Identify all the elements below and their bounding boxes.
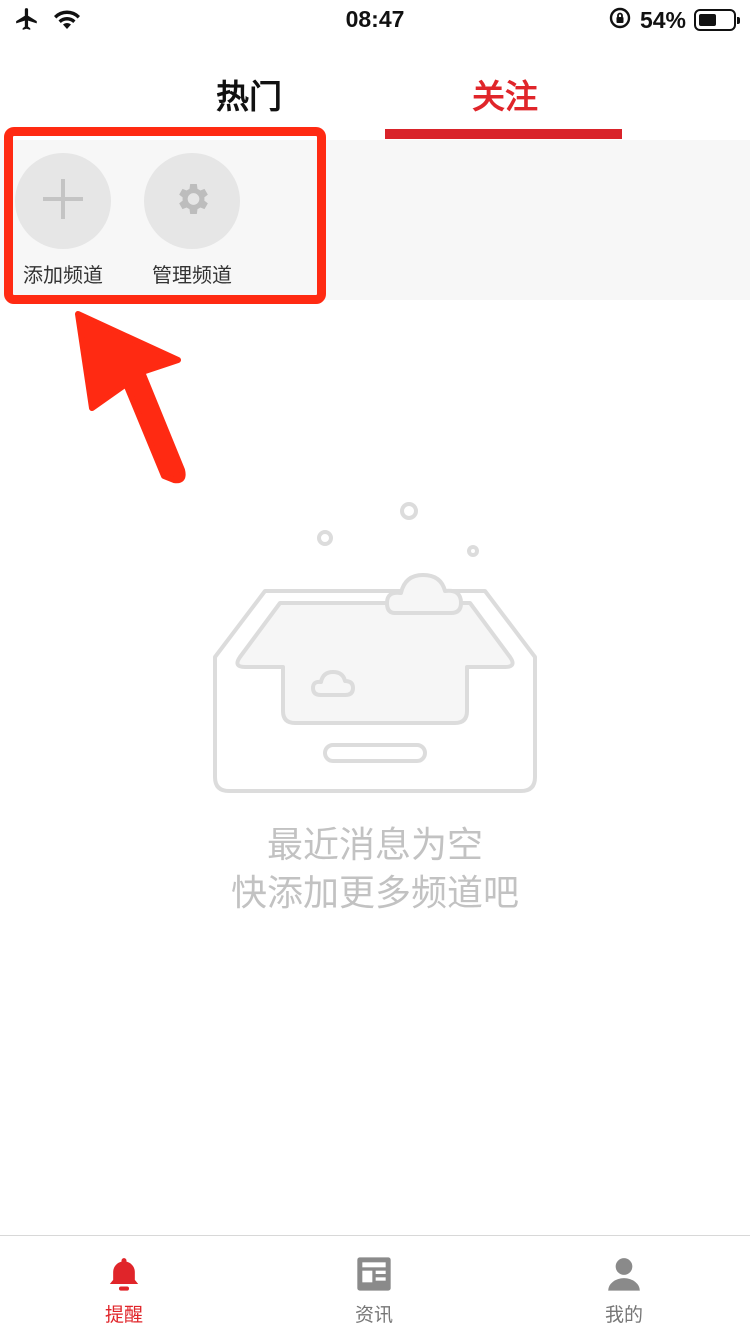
nav-item-remind[interactable]: 提醒 <box>64 1254 184 1327</box>
empty-state-message: 最近消息为空 快添加更多频道吧 <box>0 822 750 918</box>
plus-icon <box>41 177 85 225</box>
active-tab-indicator <box>385 129 622 139</box>
add-channel-button[interactable]: 添加频道 <box>8 153 118 288</box>
pointer-arrow-icon <box>75 311 186 484</box>
rotation-lock-icon <box>608 6 632 34</box>
manage-channel-circle <box>144 153 240 249</box>
battery-level <box>699 14 717 26</box>
gear-icon <box>172 179 212 223</box>
battery-icon <box>694 9 740 31</box>
news-icon <box>354 1254 394 1294</box>
status-bar: 08:47 54% <box>0 0 750 40</box>
nav-label-remind: 提醒 <box>104 1304 143 1326</box>
nav-label-news: 资讯 <box>354 1304 393 1326</box>
bell-icon <box>104 1254 144 1294</box>
manage-channel-button[interactable]: 管理频道 <box>137 153 247 288</box>
user-icon <box>604 1254 644 1294</box>
nav-item-news[interactable]: 资讯 <box>314 1254 434 1327</box>
empty-state-line2: 快添加更多频道吧 <box>230 873 519 914</box>
empty-state-line1: 最近消息为空 <box>266 825 483 866</box>
add-channel-circle <box>15 153 111 249</box>
bottom-nav: 提醒 资讯 我的 <box>0 1235 750 1334</box>
nav-label-mine: 我的 <box>604 1304 643 1326</box>
empty-inbox-icon <box>213 502 537 793</box>
top-tabs: 热门 关注 <box>0 60 750 140</box>
battery-percent: 54% <box>639 6 686 33</box>
tab-hot[interactable]: 热门 <box>216 70 282 118</box>
channel-strip: 添加频道 管理频道 <box>0 140 750 300</box>
tab-follow[interactable]: 关注 <box>472 70 538 118</box>
add-channel-label: 添加频道 <box>23 263 103 287</box>
manage-channel-label: 管理频道 <box>152 263 232 287</box>
nav-item-mine[interactable]: 我的 <box>564 1254 684 1327</box>
